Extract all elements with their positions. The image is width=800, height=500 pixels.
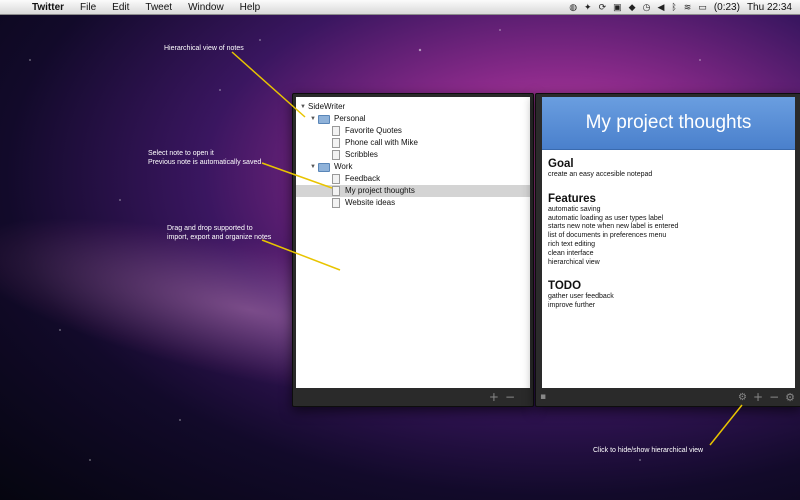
note-label: My project thoughts [345, 186, 415, 195]
note-project-thoughts[interactable]: My project thoughts [296, 185, 530, 197]
note-label: Phone call with Mike [345, 138, 418, 147]
disclosure-triangle-icon[interactable]: ▼ [300, 101, 308, 113]
remove-note-button[interactable]: − [769, 390, 779, 404]
add-note-button[interactable]: + [753, 390, 763, 404]
folder-icon [318, 114, 330, 124]
note-label: Scribbles [345, 150, 378, 159]
folder-work[interactable]: ▼ Work [310, 161, 353, 173]
wifi-icon[interactable]: ≋ [684, 2, 692, 13]
document-icon [332, 150, 340, 160]
feature-item: automatic loading as user types label [548, 214, 664, 222]
lock-icon[interactable]: ▪ [540, 392, 546, 402]
note-title[interactable]: My project thoughts [542, 97, 795, 150]
annotation-hide-show: Click to hide/show hierarchical view [593, 447, 704, 454]
note-favorite-quotes[interactable]: Favorite Quotes [332, 125, 402, 137]
arrow-hide-show [709, 404, 743, 446]
feature-item: hierarchical view [548, 258, 600, 266]
todo-item: improve further [548, 302, 596, 310]
annotation-line: import, export and organize notes [167, 234, 272, 241]
tree-footer: + − [293, 388, 533, 406]
windows-icon[interactable]: ▣ [613, 2, 622, 13]
add-note-button[interactable]: + [489, 390, 499, 404]
feature-item: automatic saving [548, 205, 601, 213]
menu-bar: Twitter File Edit Tweet Window Help ◍ ✦ … [0, 0, 800, 15]
sync-icon[interactable]: ⟳ [599, 2, 607, 13]
menu-edit[interactable]: Edit [104, 2, 137, 13]
note-website-ideas[interactable]: Website ideas [332, 197, 395, 209]
note-editor[interactable]: My project thoughts Goal create an easy … [542, 97, 795, 388]
volume-icon[interactable]: ◀ [657, 2, 664, 13]
note-scribbles[interactable]: Scribbles [332, 149, 378, 161]
clock[interactable]: Thu 22:34 [747, 2, 792, 13]
annotation-drag-drop: Drag and drop supported to import, expor… [167, 224, 271, 242]
gear-icon[interactable]: ⚙ [785, 391, 795, 404]
dropbox-icon[interactable]: ◆ [629, 2, 636, 13]
tree-view[interactable]: ▼ SideWriter ▼ Personal Favorite Quotes … [296, 97, 530, 388]
status-area: ◍ ✦ ⟳ ▣ ◆ ◷ ◀ ᛒ ≋ ▭ (0:23) Thu 22:34 [569, 2, 800, 13]
feature-item: rich text editing [548, 240, 596, 248]
tree-root-label: SideWriter [308, 102, 346, 111]
todo-item: gather user feedback [548, 293, 614, 301]
menu-help[interactable]: Help [232, 2, 269, 13]
note-footer: ▪ ⚙ + − ⚙ [536, 388, 800, 406]
battery-time[interactable]: (0:23) [714, 2, 740, 13]
tree-root[interactable]: ▼ SideWriter [300, 101, 345, 113]
annotation-line: Previous note is automatically saved [148, 159, 262, 166]
twitter-bird-icon[interactable]: ✦ [584, 2, 592, 13]
globe-icon[interactable]: ◍ [569, 2, 577, 13]
toggle-tree-icon[interactable]: ⚙ [738, 392, 747, 403]
remove-note-button[interactable]: − [505, 390, 515, 404]
feature-item: clean interface [548, 249, 594, 257]
note-label: Favorite Quotes [345, 126, 402, 135]
disclosure-triangle-icon[interactable]: ▼ [310, 161, 318, 173]
document-icon [332, 174, 340, 184]
folder-icon [318, 162, 330, 172]
note-panel: My project thoughts Goal create an easy … [535, 93, 800, 407]
feature-item: starts new note when new label is entere… [548, 223, 679, 231]
menu-tweet[interactable]: Tweet [137, 2, 180, 13]
annotation-hierarchical: Hierarchical view of notes [164, 45, 244, 52]
feature-item: list of documents in preferences menu [548, 232, 667, 240]
annotation-line: Drag and drop supported to [167, 225, 253, 232]
features-heading: Features [548, 192, 596, 205]
annotation-line: Select note to open it [148, 150, 214, 157]
time-machine-icon[interactable]: ◷ [643, 2, 651, 13]
disclosure-triangle-icon[interactable]: ▼ [310, 113, 318, 125]
document-icon [332, 186, 340, 196]
note-label: Feedback [345, 174, 381, 183]
folder-personal[interactable]: ▼ Personal [310, 113, 366, 125]
document-icon [332, 138, 340, 148]
note-label: Website ideas [345, 198, 396, 207]
goal-heading: Goal [548, 158, 574, 170]
document-icon [332, 198, 340, 208]
tree-panel: ▼ SideWriter ▼ Personal Favorite Quotes … [292, 93, 534, 407]
bluetooth-icon[interactable]: ᛒ [671, 2, 676, 12]
note-body[interactable]: Goal create an easy accesible notepad Fe… [542, 150, 795, 315]
goal-text: create an easy accesible notepad [548, 171, 653, 178]
note-phone-call[interactable]: Phone call with Mike [332, 137, 418, 149]
document-icon [332, 126, 340, 136]
todo-heading: TODO [548, 280, 582, 293]
annotation-select-note: Select note to open it Previous note is … [148, 149, 261, 167]
note-feedback[interactable]: Feedback [332, 173, 380, 185]
folder-label: Personal [334, 114, 366, 123]
menu-file[interactable]: File [72, 2, 104, 13]
app-menu[interactable]: Twitter [24, 2, 72, 13]
menu-window[interactable]: Window [180, 2, 232, 13]
folder-label: Work [334, 162, 353, 171]
battery-icon[interactable]: ▭ [698, 2, 707, 13]
